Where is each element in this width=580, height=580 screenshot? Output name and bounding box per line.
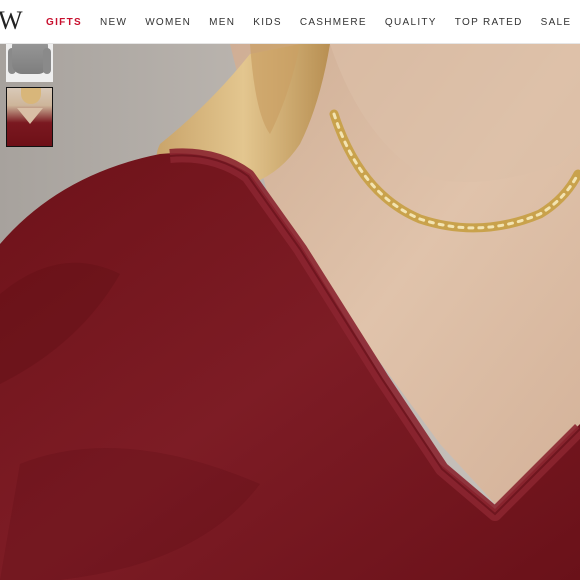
nav-item-top-rated[interactable]: TOP RATED bbox=[446, 17, 532, 28]
thumbnail-hair-shape bbox=[21, 88, 41, 104]
nav-item-new[interactable]: NEW bbox=[91, 17, 136, 28]
nav-item-cashmere[interactable]: CASHMERE bbox=[291, 17, 376, 28]
thumbnail-gray-sweater[interactable] bbox=[6, 44, 53, 82]
nav-item-gifts[interactable]: GIFTS bbox=[46, 17, 91, 28]
site-header: W GIFTS NEW WOMEN MEN KIDS CASHMERE QUAL… bbox=[0, 0, 580, 44]
nav-item-sale[interactable]: SALE bbox=[532, 17, 580, 28]
thumbnail-burgundy-sweater[interactable] bbox=[6, 87, 53, 147]
sweater-sleeve-shape bbox=[43, 48, 51, 74]
nav-item-women[interactable]: WOMEN bbox=[136, 17, 200, 28]
product-hero-image[interactable] bbox=[0, 44, 580, 580]
thumbnail-vneck-shape bbox=[17, 108, 43, 124]
product-photo bbox=[0, 44, 580, 580]
brand-logo[interactable]: W bbox=[0, 6, 23, 36]
main-nav: GIFTS NEW WOMEN MEN KIDS CASHMERE QUALIT… bbox=[46, 0, 580, 44]
nav-item-kids[interactable]: KIDS bbox=[244, 17, 291, 28]
nav-item-quality[interactable]: QUALITY bbox=[376, 17, 446, 28]
nav-item-men[interactable]: MEN bbox=[200, 17, 244, 28]
